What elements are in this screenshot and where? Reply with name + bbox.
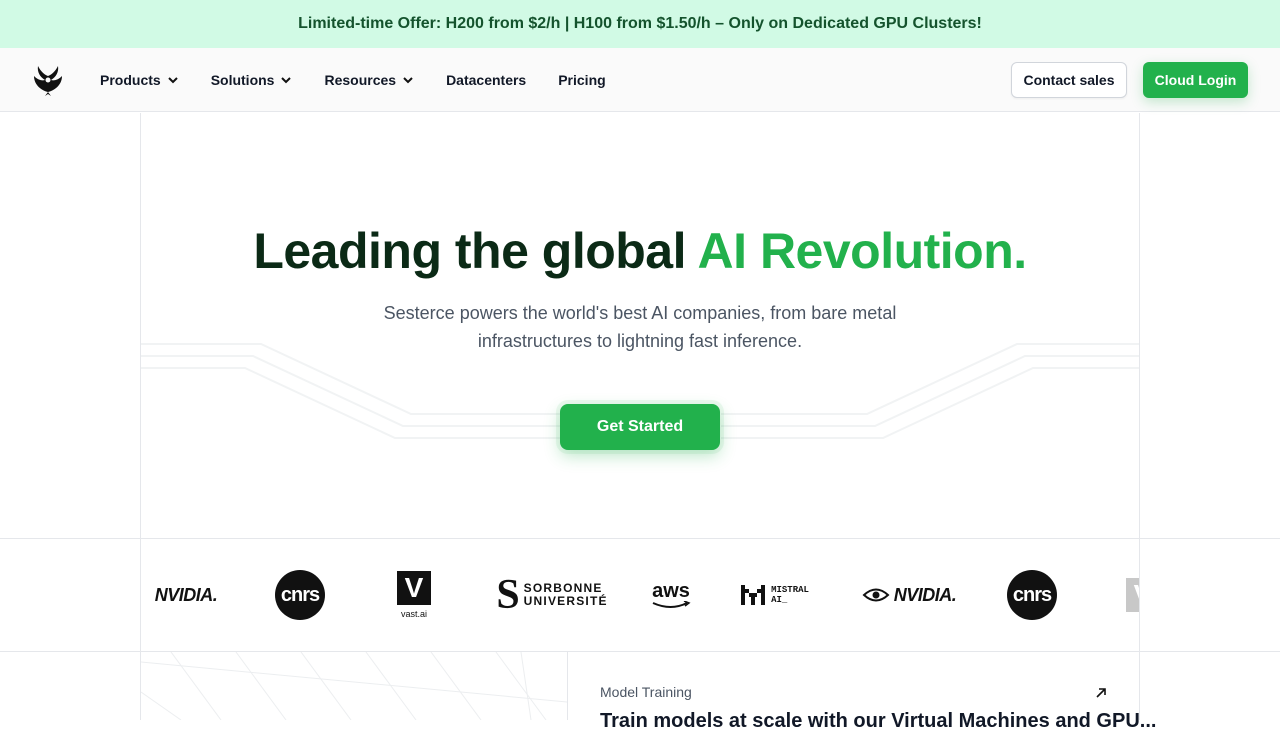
chevron-down-icon xyxy=(281,77,292,84)
nav-item-label: Resources xyxy=(324,72,397,88)
nvidia-logo-text: NVIDIA. xyxy=(893,584,957,605)
vast-ai-logo: V xyxy=(1126,539,1139,651)
nav-item-products[interactable]: Products xyxy=(100,72,179,88)
chevron-down-icon xyxy=(167,77,178,84)
nav-item-datacenters[interactable]: Datacenters xyxy=(446,72,526,88)
get-started-button[interactable]: Get Started xyxy=(560,404,720,450)
hero-title: Leading the global AI Revolution. xyxy=(141,222,1139,280)
aws-logo: aws xyxy=(646,539,696,651)
vast-logo-mark: V xyxy=(1126,578,1139,612)
nav-item-solutions[interactable]: Solutions xyxy=(211,72,293,88)
cloud-login-button[interactable]: Cloud Login xyxy=(1143,62,1248,98)
partner-logos-strip: NVIDIA. cnrs V vast.ai S SORBONNE UNIVER… xyxy=(141,539,1139,651)
cnrs-logo: cnrs xyxy=(1007,539,1057,651)
nvidia-logo: NVIDIA. xyxy=(857,539,961,651)
frame-right-line xyxy=(1139,113,1140,720)
mistral-line1: MISTRAL xyxy=(771,585,809,595)
sorbonne-emblem-icon: S xyxy=(496,572,520,618)
nav-item-label: Pricing xyxy=(558,72,606,88)
sorbonne-line2: UNIVERSITÉ xyxy=(523,594,608,608)
cnrs-logo: cnrs xyxy=(275,539,325,651)
arrow-up-right-icon[interactable] xyxy=(1094,686,1108,700)
hero-title-main: Leading the global xyxy=(253,223,698,279)
mistral-ai-logo: MISTRAL AI_ xyxy=(738,539,812,651)
promo-banner-text[interactable]: Limited-time Offer: H200 from $2/h | H10… xyxy=(298,15,982,33)
promo-banner[interactable]: Limited-time Offer: H200 from $2/h | H10… xyxy=(0,0,1280,48)
nvidia-eye-icon xyxy=(862,588,890,602)
card-divider xyxy=(567,652,568,720)
nvidia-logo: NVIDIA. xyxy=(141,539,231,651)
nav-item-label: Solutions xyxy=(210,72,275,88)
cnrs-logo-text: cnrs xyxy=(275,570,325,620)
vast-logo-mark: V xyxy=(397,571,431,605)
nav-links: Products Solutions Resources Datacenters… xyxy=(100,48,638,112)
nvidia-logo-text: NVIDIA. xyxy=(154,584,218,605)
card-label: Model Training xyxy=(600,684,692,700)
contact-sales-button[interactable]: Contact sales xyxy=(1011,62,1127,98)
card-title[interactable]: Train models at scale with our Virtual M… xyxy=(600,710,1156,733)
mistral-line2: AI_ xyxy=(771,595,788,605)
hero-subtitle: Sesterce powers the world's best AI comp… xyxy=(383,303,897,351)
top-navbar: Products Solutions Resources Datacenters… xyxy=(0,48,1280,112)
nav-item-label: Products xyxy=(100,72,161,88)
hero-title-accent: AI Revolution. xyxy=(697,223,1028,279)
sorbonne-logo: S SORBONNE UNIVERSITÉ xyxy=(496,539,606,651)
vast-logo-text: vast.ai xyxy=(400,609,427,619)
aws-logo-text: aws xyxy=(652,580,690,602)
phoenix-logo-icon[interactable] xyxy=(30,62,66,98)
mistral-logo-icon xyxy=(741,585,766,605)
aws-smile-icon xyxy=(652,601,691,608)
nav-item-resources[interactable]: Resources xyxy=(324,72,414,88)
nav-item-pricing[interactable]: Pricing xyxy=(558,72,605,88)
vast-ai-logo: V vast.ai xyxy=(391,539,437,651)
grid-pattern-decoration xyxy=(141,652,567,720)
nav-item-label: Datacenters xyxy=(446,72,527,88)
chevron-down-icon xyxy=(403,77,413,84)
cnrs-logo-text: cnrs xyxy=(1007,570,1057,620)
